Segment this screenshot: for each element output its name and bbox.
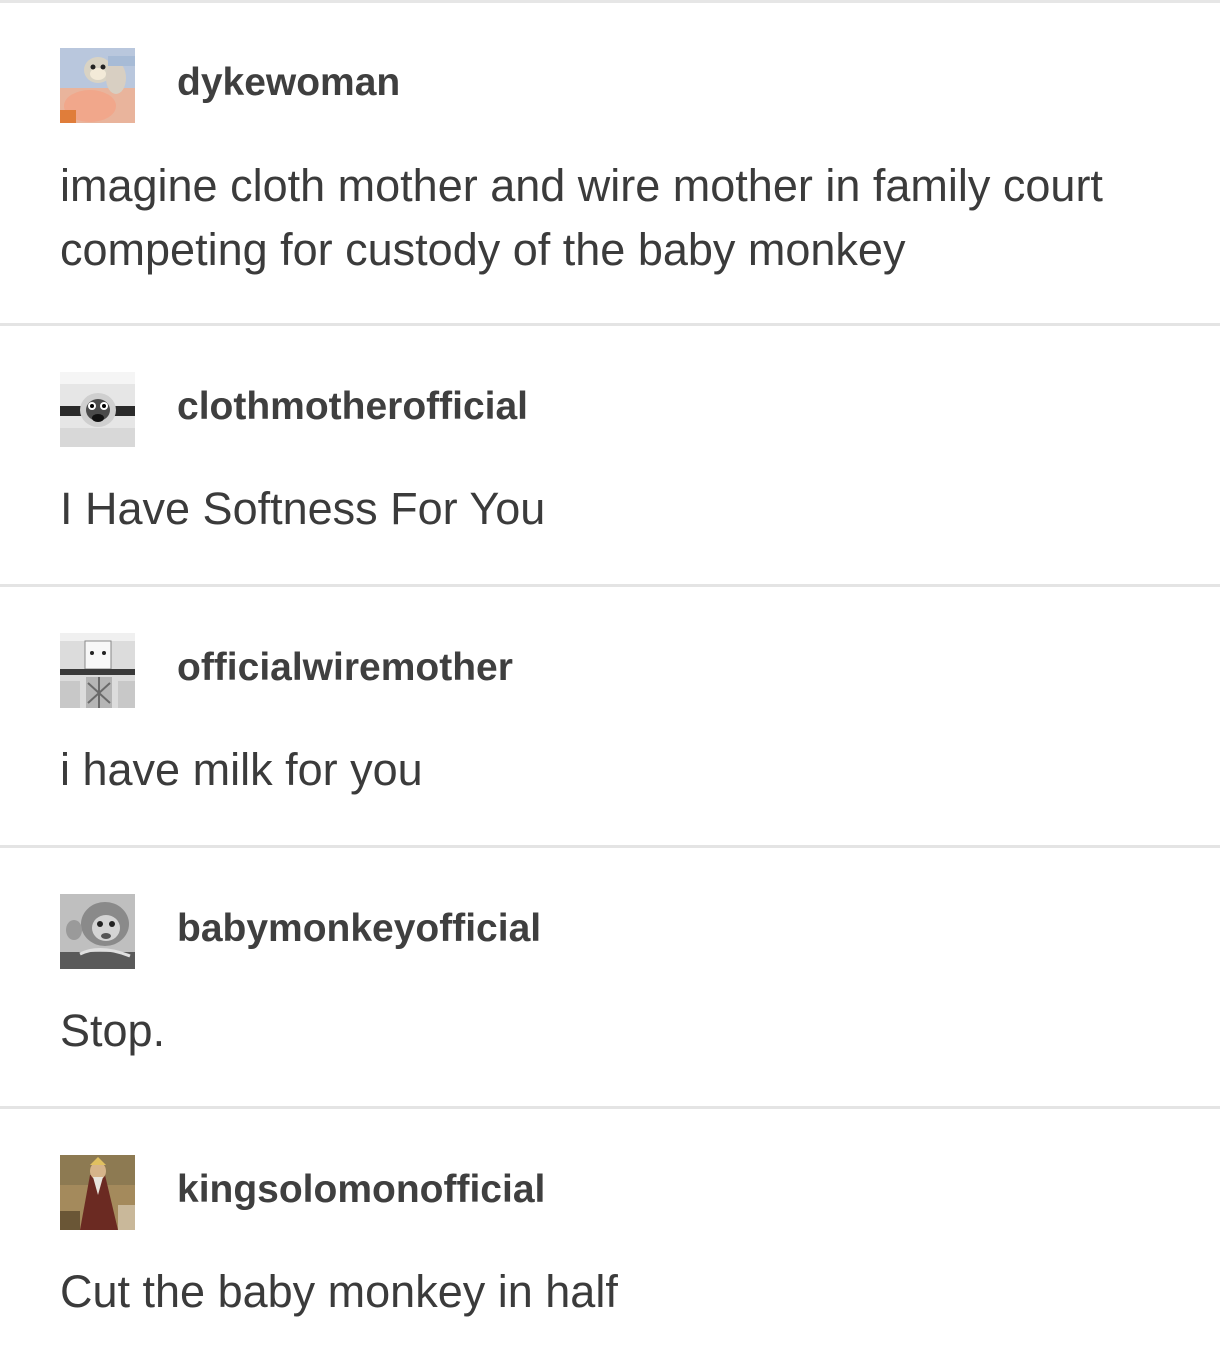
king-solomon-avatar[interactable] [60, 1155, 135, 1230]
post-dykewoman: dykewoman imagine cloth mother and wire … [0, 0, 1220, 325]
post-text: i have milk for you [60, 744, 423, 795]
post-kingsolomonofficial: kingsolomonofficial Cut the baby monkey … [0, 1109, 1220, 1354]
username[interactable]: dykewoman [177, 63, 400, 102]
username[interactable]: kingsolomonofficial [177, 1170, 545, 1209]
post-babymonkeyofficial: babymonkeyofficial Stop. [0, 848, 1220, 1108]
username[interactable]: clothmotherofficial [177, 387, 528, 426]
post-text: imagine cloth mother and wire mother in … [60, 160, 1103, 275]
post-text: Cut the baby monkey in half [60, 1266, 618, 1317]
post-officialwiremother: officialwiremother i have milk for you [0, 587, 1220, 847]
post-text: Stop. [60, 1005, 166, 1056]
username[interactable]: officialwiremother [177, 648, 513, 687]
plush-monkey-avatar[interactable] [60, 48, 135, 123]
post-text: I Have Softness For You [60, 483, 546, 534]
post-clothmotherofficial: clothmotherofficial I Have Softness For … [0, 326, 1220, 586]
username[interactable]: babymonkeyofficial [177, 909, 541, 948]
baby-monkey-avatar[interactable] [60, 894, 135, 969]
cloth-mother-avatar[interactable] [60, 372, 135, 447]
wire-mother-avatar[interactable] [60, 633, 135, 708]
